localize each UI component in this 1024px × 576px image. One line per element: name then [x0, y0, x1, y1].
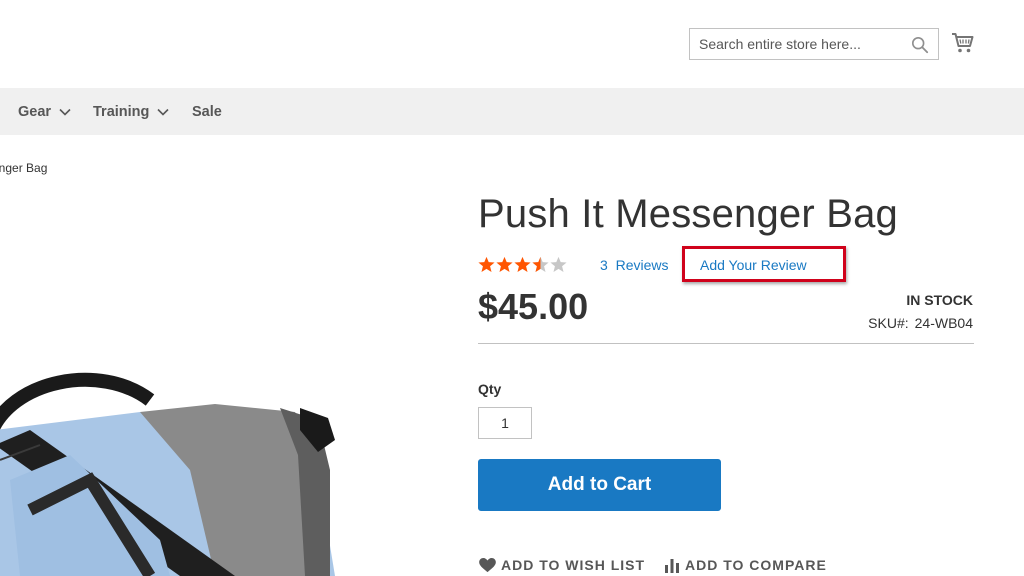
- add-to-compare-link[interactable]: ADD TO COMPARE: [664, 557, 827, 573]
- reviews-label: Reviews: [615, 257, 669, 273]
- nav-item-training[interactable]: Training: [93, 88, 169, 135]
- product-page: Gear Training Sale enger Bag: [0, 0, 1024, 576]
- nav-item-gear[interactable]: Gear: [18, 88, 71, 135]
- star-half-icon: [532, 256, 549, 272]
- heart-icon: [479, 557, 496, 572]
- header: [0, 0, 1024, 88]
- nav-item-label: Gear: [18, 103, 52, 120]
- search-icon[interactable]: [911, 36, 929, 54]
- star-icon: [478, 256, 495, 272]
- wishlist-label: ADD TO WISH LIST: [501, 557, 646, 573]
- divider: [478, 343, 974, 344]
- nav-item-label: Sale: [192, 103, 222, 120]
- reviews-count: 3: [600, 257, 608, 273]
- compare-label: ADD TO COMPARE: [685, 557, 827, 573]
- chevron-down-icon: [157, 108, 169, 116]
- star-icon: [514, 256, 531, 272]
- chevron-down-icon: [59, 108, 71, 116]
- sku-value: 24-WB04: [914, 315, 973, 331]
- breadcrumb-current: enger Bag: [0, 161, 48, 175]
- main-nav: Gear Training Sale: [0, 88, 1024, 135]
- breadcrumb: enger Bag: [0, 161, 47, 175]
- add-to-wishlist-link[interactable]: ADD TO WISH LIST: [479, 557, 645, 573]
- sku-label: SKU#:: [868, 315, 909, 331]
- stock-status: IN STOCK: [906, 292, 973, 308]
- product-price: $45.00: [478, 286, 589, 327]
- search-input[interactable]: [690, 29, 900, 59]
- nav-item-sale[interactable]: Sale: [192, 88, 222, 135]
- sku: SKU#: 24-WB04: [868, 315, 973, 331]
- cart-icon[interactable]: [951, 31, 975, 55]
- product-title: Push It Messenger Bag: [478, 192, 898, 236]
- rating-stars: [478, 256, 567, 273]
- compare-icon: [665, 558, 679, 573]
- qty-input[interactable]: [478, 407, 532, 439]
- star-empty-icon: [550, 256, 567, 272]
- add-review-link[interactable]: Add Your Review: [700, 257, 807, 273]
- star-icon: [496, 256, 513, 272]
- add-to-cart-button[interactable]: Add to Cart: [478, 459, 721, 511]
- product-image[interactable]: [0, 360, 360, 576]
- qty-label: Qty: [478, 381, 502, 397]
- nav-item-label: Training: [93, 103, 150, 120]
- search-box[interactable]: [689, 28, 939, 60]
- reviews-link[interactable]: 3 Reviews: [600, 257, 668, 273]
